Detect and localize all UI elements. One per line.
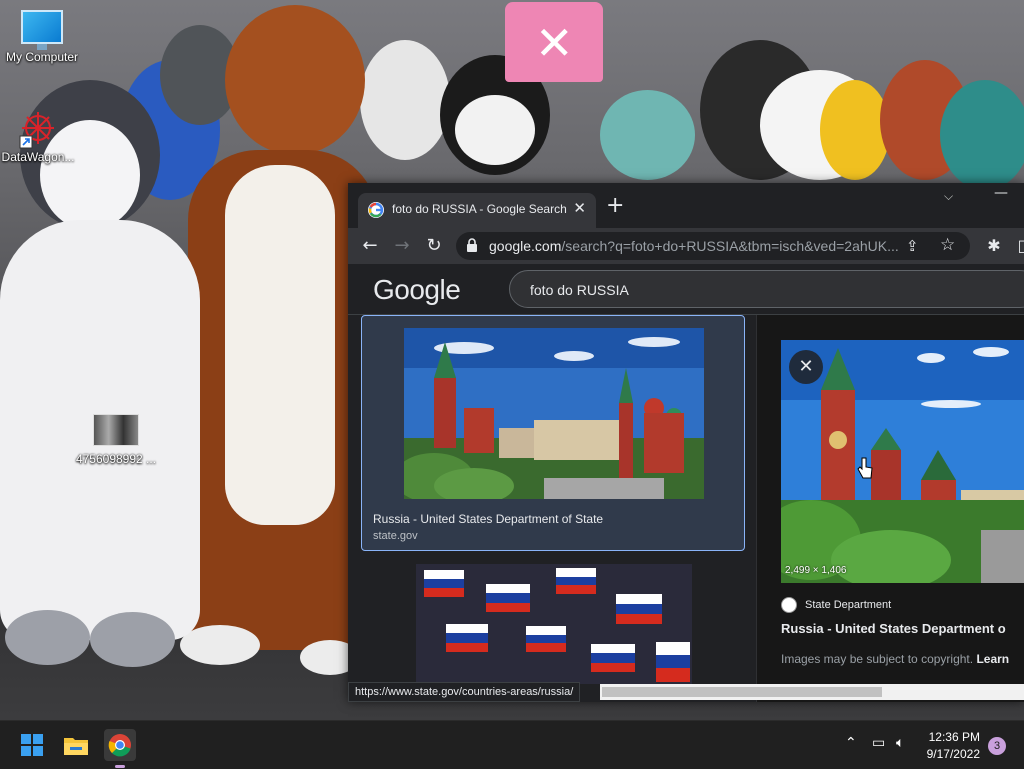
mascot-bg [940,80,1024,190]
volume-icon[interactable]: 🔈︎ [896,735,904,751]
image-file-icon [93,414,139,446]
copyright-notice: Images may be subject to copyright. Lear… [781,652,1010,666]
status-bar-url: https://www.state.gov/countries-areas/ru… [348,682,581,702]
search-box[interactable] [509,270,1024,308]
close-preview-button[interactable]: ✕ [789,350,823,384]
mascot-bear-belly [225,165,335,525]
browser-toolbar: ← → ↻ google.com/search?q=foto+do+RUSSIA… [348,228,1024,264]
datawagon-icon [19,112,54,149]
lock-icon[interactable] [466,238,478,252]
result-title[interactable]: Russia - United States Department of Sta… [373,512,603,526]
extensions-icon[interactable]: ✱ [982,234,1006,258]
mascot-bg [600,90,695,180]
browser-tab[interactable]: foto do RUSSIA - Google Search ✕ [358,193,596,228]
google-favicon-icon [368,202,384,218]
side-panel-icon[interactable]: ▯ [1010,234,1024,258]
mascot-foot [90,612,175,667]
chevron-up-icon[interactable]: ⌃ [845,735,857,751]
preview-image[interactable]: ✕ 2,499 × 1,406 [781,340,1024,583]
new-tab-button[interactable]: + [606,195,624,217]
google-images-page: Google foto do RUSSIA Russia - United St… [348,264,1024,702]
minimize-button[interactable]: — [988,185,1014,211]
tab-title: foto do RUSSIA - Google Search [392,202,567,216]
mascot-bg [455,95,535,165]
state-department-seal-icon [781,597,797,613]
desktop-icon-label: My Computer [5,50,79,64]
network-icon[interactable]: ▭ [872,735,885,751]
google-logo[interactable]: Google [373,274,461,306]
desktop-icon-my-computer[interactable]: My Computer [0,10,84,64]
address-url[interactable]: google.com/search?q=foto+do+RUSSIA&tbm=i… [489,238,899,254]
reload-button[interactable]: ↻ [422,234,446,258]
folder-icon [64,738,88,755]
mascot-foot [180,625,260,665]
back-button[interactable]: ← [358,234,382,258]
notification-badge[interactable]: 3 [988,737,1006,755]
result-domain: state.gov [373,530,418,542]
desktop-icon-label: DataWagon... [1,150,75,164]
tab-search-chevron-icon[interactable]: ⌵ [944,189,953,204]
google-header: Google [348,264,1024,315]
mascot-foot [5,610,90,665]
windows-icon [21,734,43,756]
result-thumbnail[interactable] [404,328,704,499]
monitor-icon [21,10,63,44]
chrome-window: foto do RUSSIA - Google Search ✕ + ⌵ — ←… [348,183,1024,702]
tab-strip: foto do RUSSIA - Google Search ✕ + ⌵ — [348,183,1024,228]
horizontal-scrollbar[interactable] [600,684,1024,700]
file-explorer-button[interactable] [60,729,92,761]
chrome-icon [108,734,131,757]
search-input[interactable] [528,280,932,300]
mascot-hat: ✕ [505,2,603,82]
forward-button[interactable]: → [390,234,414,258]
image-preview-panel: ✕ 2,499 × 1,406 State Department Russia … [757,315,1024,702]
taskbar: ⌃ ▭ 🔈︎ 12:36 PM 9/17/2022 3 [0,720,1024,769]
tab-close-icon[interactable]: ✕ [573,199,586,217]
clock-time[interactable]: 12:36 PM [929,730,980,744]
share-icon[interactable]: ⇪ [906,237,919,255]
desktop-icon-label: 4756098992 ... [75,452,157,466]
preview-title[interactable]: Russia - United States Department o [781,621,1006,636]
clock-date[interactable]: 9/17/2022 [927,747,980,761]
learn-more-link[interactable]: Learn [976,652,1009,666]
desktop-icon-datawagon[interactable]: DataWagon... [0,108,80,164]
chrome-taskbar-button[interactable] [104,729,136,768]
image-result-flags[interactable] [416,564,692,684]
preview-source[interactable]: State Department [805,599,891,611]
mascot-bg [360,40,450,160]
address-bar[interactable]: google.com/search?q=foto+do+RUSSIA&tbm=i… [456,232,970,260]
start-button[interactable] [16,729,48,761]
scrollbar-thumb[interactable] [602,687,882,697]
desktop-icon-image-file[interactable]: 4756098992 ... [74,414,158,466]
image-result-selected[interactable]: Russia - United States Department of Sta… [361,315,745,551]
image-dimensions: 2,499 × 1,406 [785,565,847,576]
mascot-bg [820,80,890,180]
mascot-bear-head [225,5,365,155]
bookmark-star-icon[interactable]: ☆ [940,235,955,255]
hand-cursor-icon [857,457,873,479]
